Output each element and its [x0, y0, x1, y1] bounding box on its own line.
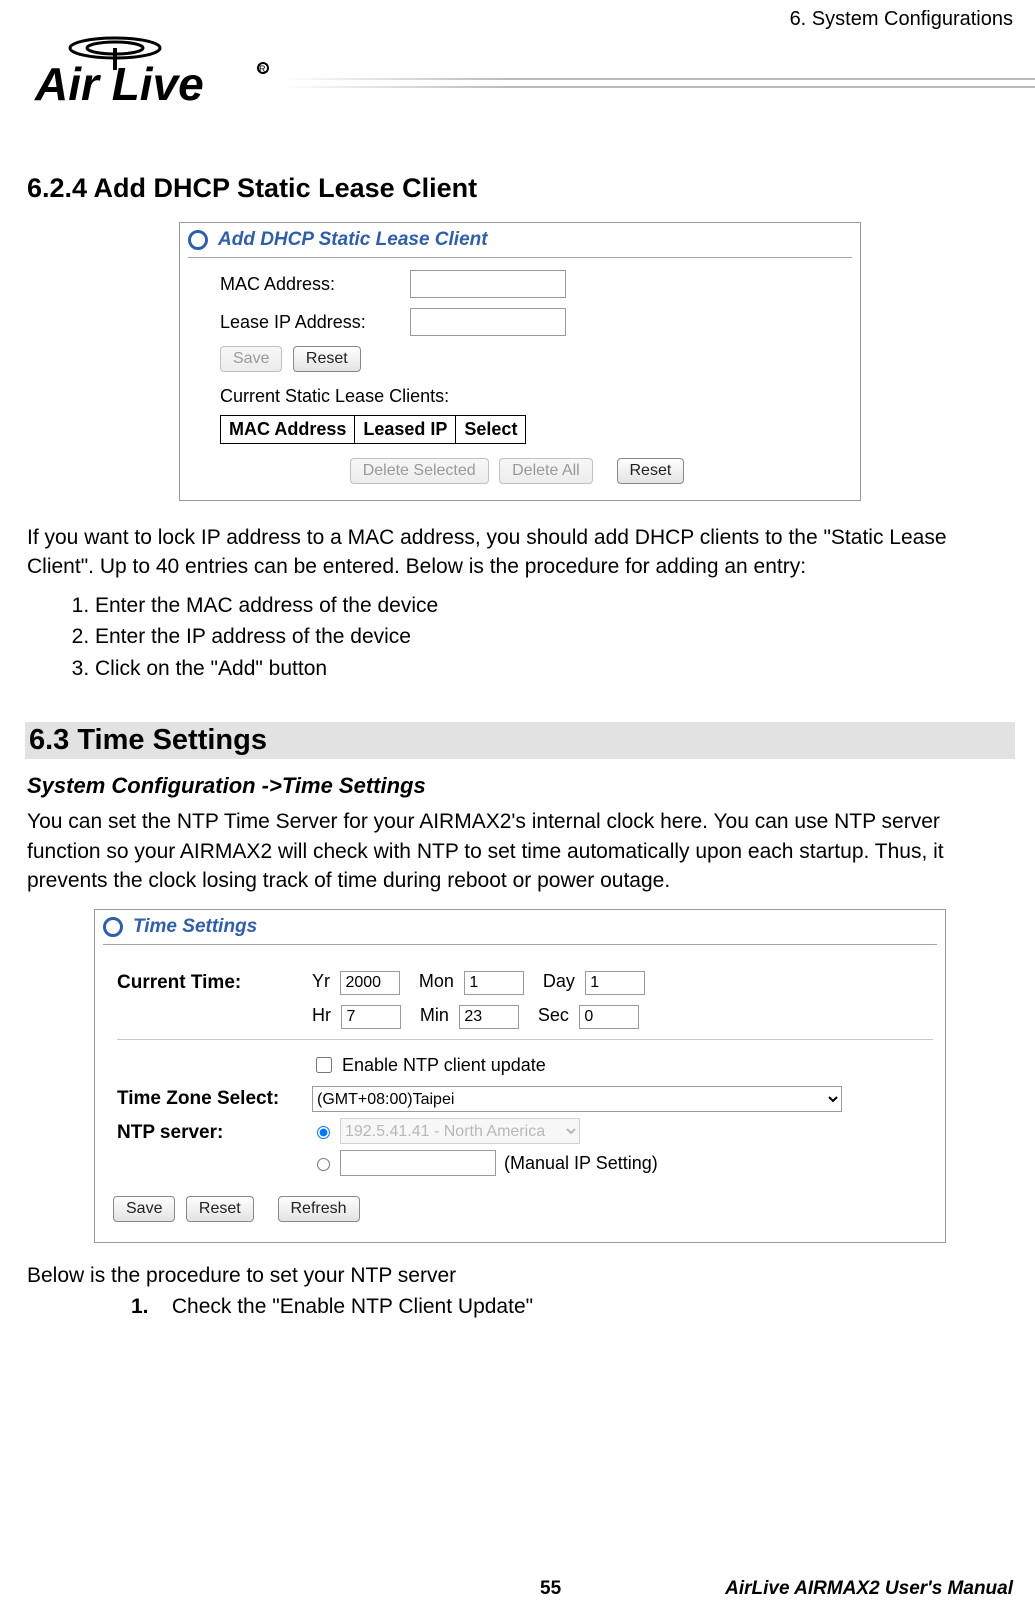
sec-label: Sec [538, 1005, 569, 1025]
sec-input[interactable] [579, 1005, 639, 1029]
dhcp-panel-heading: Add DHCP Static Lease Client [218, 229, 488, 251]
section-63-title: 6.3 Time Settings [25, 722, 1015, 759]
svg-text:R: R [259, 64, 266, 74]
sec63-below: Below is the procedure to set your NTP s… [27, 1261, 1013, 1290]
reset-button[interactable]: Reset [293, 346, 361, 372]
time-refresh-button[interactable]: Refresh [278, 1196, 360, 1222]
dhcp-panel: Add DHCP Static Lease Client MAC Address… [179, 222, 861, 501]
panel-bullet-icon [188, 230, 208, 250]
time-settings-panel: Time Settings Current Time: Yr Mon Day [94, 909, 946, 1243]
timezone-select[interactable]: (GMT+08:00)Taipei [312, 1086, 842, 1112]
lease-ip-label: Lease IP Address: [220, 312, 410, 333]
mon-label: Mon [419, 971, 454, 991]
sec624-steps: Enter the MAC address of the device Ente… [27, 590, 1013, 685]
hr-label: Hr [312, 1005, 331, 1025]
yr-input[interactable] [340, 971, 400, 995]
chapter-header: 6. System Configurations [790, 8, 1013, 31]
brand-logo: Air Live R [25, 28, 1015, 118]
ntp-manual-label: (Manual IP Setting) [504, 1153, 658, 1174]
time-panel-heading: Time Settings [133, 916, 257, 938]
delete-selected-button[interactable]: Delete Selected [350, 458, 489, 484]
min-input[interactable] [459, 1005, 519, 1029]
hr-input[interactable] [341, 1005, 401, 1029]
current-time-label: Current Time: [117, 972, 312, 994]
time-reset-button[interactable]: Reset [186, 1196, 254, 1222]
current-clients-label: Current Static Lease Clients: [220, 386, 860, 407]
mac-address-label: MAC Address: [220, 274, 410, 295]
ntp-preset-radio[interactable] [317, 1126, 330, 1139]
timezone-label: Time Zone Select: [117, 1088, 312, 1110]
manual-title: AirLive AIRMAX2 User's Manual [725, 1578, 1013, 1600]
yr-label: Yr [312, 971, 330, 991]
header-divider [280, 78, 1035, 92]
delete-all-button[interactable]: Delete All [499, 458, 593, 484]
time-save-button[interactable]: Save [113, 1196, 175, 1222]
panel-bullet-icon [103, 917, 123, 937]
day-input[interactable] [585, 971, 645, 995]
day-label: Day [543, 971, 575, 991]
sec624-intro: If you want to lock IP address to a MAC … [27, 523, 1013, 582]
col-leased-ip: Leased IP [355, 416, 456, 444]
save-button[interactable]: Save [220, 346, 282, 372]
lease-ip-input[interactable] [410, 308, 566, 336]
enable-ntp-checkbox[interactable] [316, 1057, 332, 1073]
ntp-server-label: NTP server: [117, 1122, 312, 1144]
reset2-button[interactable]: Reset [617, 458, 685, 484]
ntp-manual-input[interactable] [340, 1150, 496, 1176]
sec63-intro: You can set the NTP Time Server for your… [27, 807, 1013, 895]
col-mac: MAC Address [221, 416, 355, 444]
section-624-title: 6.2.4 Add DHCP Static Lease Client [27, 173, 1013, 204]
ntp-manual-radio[interactable] [317, 1158, 330, 1171]
enable-ntp-label: Enable NTP client update [342, 1055, 546, 1076]
mac-address-input[interactable] [410, 270, 566, 298]
min-label: Min [420, 1005, 449, 1025]
sec63-steps: 1. Check the "Enable NTP Client Update" [27, 1291, 1013, 1323]
section-63-path: System Configuration ->Time Settings [27, 773, 1013, 799]
mon-input[interactable] [464, 971, 524, 995]
svg-text:Air Live: Air Live [34, 58, 204, 110]
page-number: 55 [540, 1578, 561, 1600]
ntp-preset-select[interactable]: 192.5.41.41 - North America [340, 1118, 580, 1144]
clients-table: MAC Address Leased IP Select [220, 415, 526, 444]
col-select: Select [456, 416, 526, 444]
